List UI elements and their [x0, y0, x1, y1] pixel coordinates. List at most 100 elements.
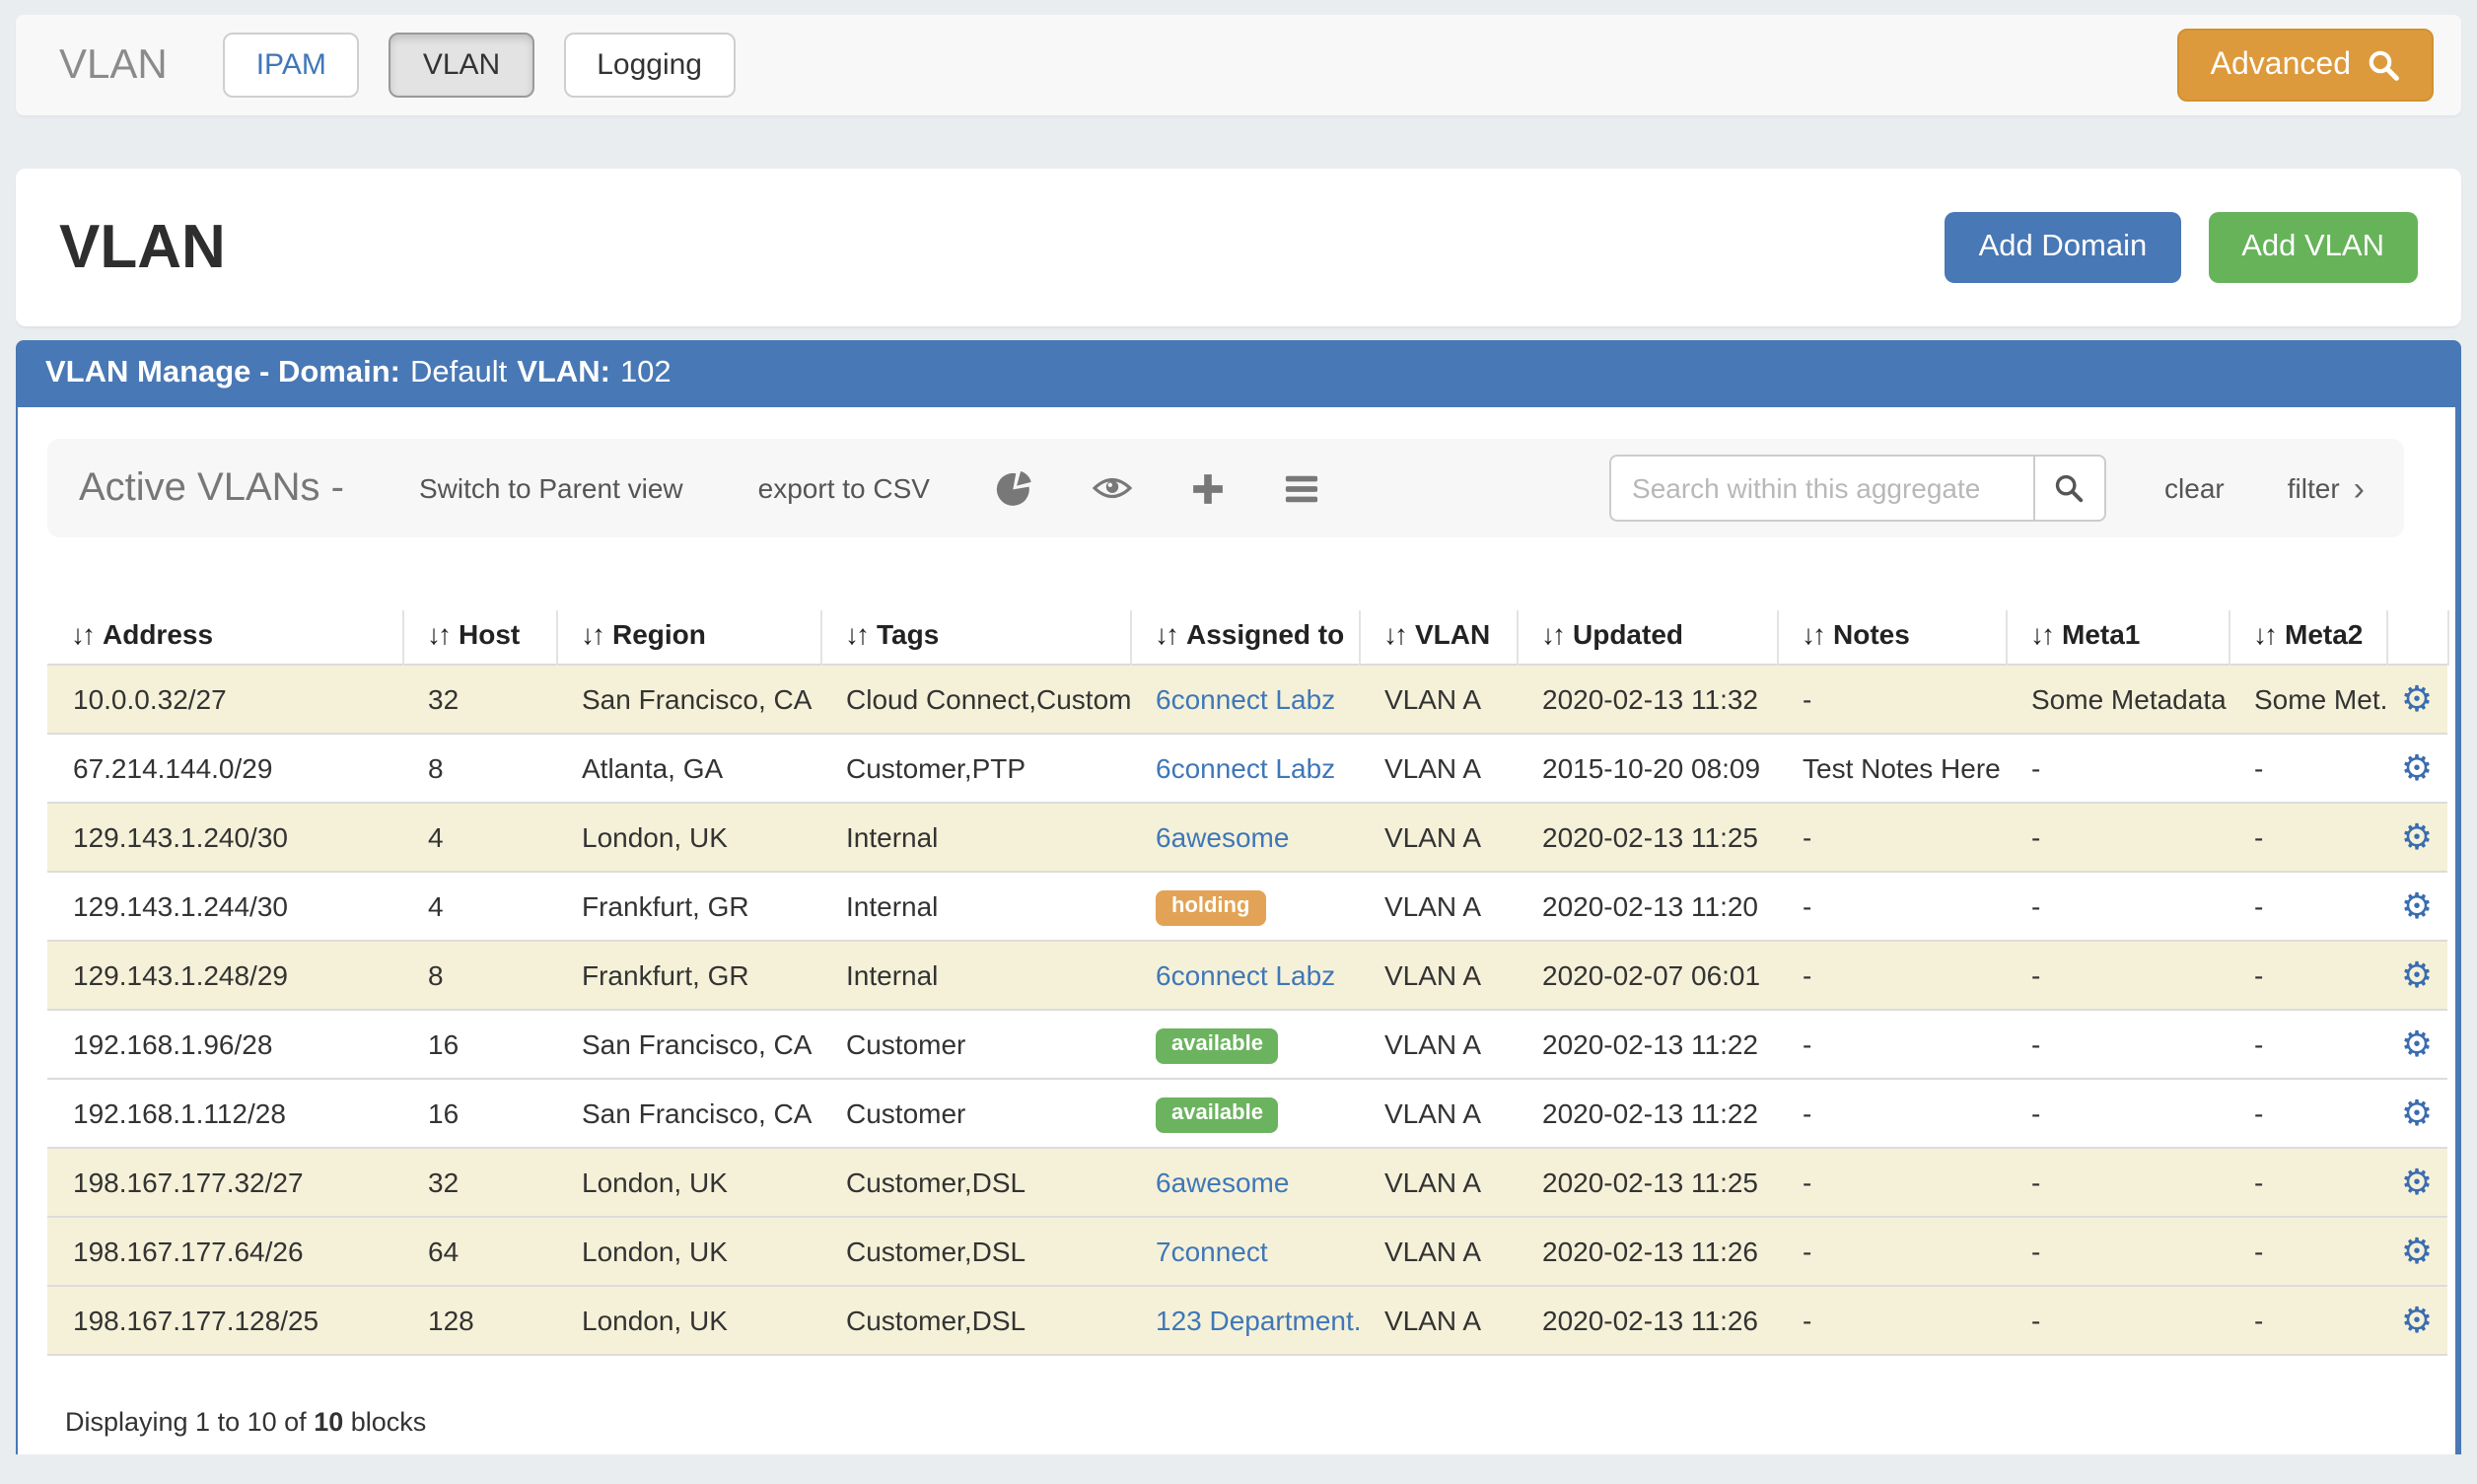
filter-link-label: filter [2288, 472, 2340, 504]
column-header-vlan[interactable]: ↓↑VLAN [1359, 610, 1517, 665]
tab-ipam[interactable]: IPAM [223, 33, 360, 98]
cell-actions: ⚙ [2386, 1217, 2447, 1286]
assigned-resource-link[interactable]: 6awesome [1156, 821, 1289, 853]
assigned-resource-link[interactable]: 6connect Labz [1156, 752, 1335, 784]
search-input[interactable] [1608, 455, 2032, 522]
cell-updated: 2015-10-20 08:09 [1517, 734, 1777, 803]
cell-updated: 2020-02-07 06:01 [1517, 941, 1777, 1010]
cell-host: 8 [402, 734, 556, 803]
sort-icon: ↓↑ [427, 618, 449, 650]
cell-address: 10.0.0.32/27 [47, 665, 402, 734]
pie-chart-icon[interactable] [997, 469, 1034, 507]
cell-vlan: VLAN A [1359, 872, 1517, 941]
column-header-host[interactable]: ↓↑ Host [402, 610, 556, 665]
cell-host: 32 [402, 1148, 556, 1217]
assigned-resource-link[interactable]: 6connect Labz [1156, 683, 1335, 715]
column-header-notes[interactable]: ↓↑ Notes [1777, 610, 2006, 665]
list-icon[interactable] [1285, 473, 1320, 503]
table-row[interactable]: 67.214.144.0/298Atlanta, GACustomer,PTP6… [47, 734, 2447, 803]
cell-host: 4 [402, 803, 556, 872]
sort-icon: ↓↑ [2030, 618, 2052, 650]
column-header-updated[interactable]: ↓↑Updated [1517, 610, 1777, 665]
panel-heading: VLAN Manage - Domain: Default VLAN: 102 [16, 340, 2461, 407]
pagination-summary: Displaying 1 to 10 of 10 blocks [65, 1407, 2424, 1437]
plus-icon[interactable] [1192, 471, 1226, 505]
cell-assigned-to: available [1130, 1079, 1359, 1148]
cell-vlan: VLAN A [1359, 1010, 1517, 1079]
cell-actions: ⚙ [2386, 1286, 2447, 1355]
filter-link[interactable]: filter › [2288, 471, 2365, 505]
column-header-label: Region [612, 618, 706, 650]
row-actions-gear-icon[interactable]: ⚙ [2401, 816, 2433, 856]
status-badge: available [1156, 1097, 1279, 1133]
row-actions-gear-icon[interactable]: ⚙ [2401, 1093, 2433, 1132]
sort-icon: ↓↑ [1802, 618, 1823, 650]
row-actions-gear-icon[interactable]: ⚙ [2401, 885, 2433, 925]
search-button[interactable] [2032, 455, 2105, 522]
column-header-tags[interactable]: ↓↑Tags [820, 610, 1130, 665]
row-actions-gear-icon[interactable]: ⚙ [2401, 954, 2433, 994]
cell-region: Frankfurt, GR [556, 941, 820, 1010]
cell-host: 16 [402, 1010, 556, 1079]
table-row[interactable]: 198.167.177.64/2664London, UKCustomer,DS… [47, 1217, 2447, 1286]
eye-icon[interactable] [1094, 474, 1133, 502]
column-header-assigned-to[interactable]: ↓↑Assigned to [1130, 610, 1359, 665]
column-header-label: Address [103, 618, 213, 650]
row-actions-gear-icon[interactable]: ⚙ [2401, 1300, 2433, 1339]
column-header-region[interactable]: ↓↑Region [556, 610, 820, 665]
row-actions-gear-icon[interactable]: ⚙ [2401, 678, 2433, 718]
search-group: clear filter › [1608, 455, 2372, 522]
cell-meta2: - [2229, 872, 2386, 941]
app-root: VLAN IPAM VLAN Logging Advanced VLAN Add… [0, 15, 2477, 1484]
tab-logging[interactable]: Logging [563, 33, 736, 98]
tab-vlan[interactable]: VLAN [389, 33, 533, 98]
advanced-button-label: Advanced [2211, 47, 2351, 83]
cell-host: 16 [402, 1079, 556, 1148]
assigned-resource-link[interactable]: 6connect Labz [1156, 959, 1335, 991]
cell-updated: 2020-02-13 11:26 [1517, 1286, 1777, 1355]
add-domain-button[interactable]: Add Domain [1946, 212, 2181, 283]
cell-meta2: - [2229, 1010, 2386, 1079]
table-row[interactable]: 129.143.1.248/298Frankfurt, GRInternal6c… [47, 941, 2447, 1010]
column-header-meta2[interactable]: ↓↑Meta2 [2229, 610, 2386, 665]
switch-parent-view-link[interactable]: Switch to Parent view [419, 472, 683, 504]
cell-notes: - [1777, 803, 2006, 872]
table-row[interactable]: 129.143.1.240/304London, UKInternal6awes… [47, 803, 2447, 872]
column-header-meta1[interactable]: ↓↑Meta1 [2006, 610, 2229, 665]
assigned-resource-link[interactable]: 123 Department... [1156, 1305, 1359, 1336]
clear-link[interactable]: clear [2164, 472, 2225, 504]
advanced-search-button[interactable]: Advanced [2177, 29, 2434, 102]
table-row[interactable]: 10.0.0.32/2732San Francisco, CACloud Con… [47, 665, 2447, 734]
cell-meta1: - [2006, 1010, 2229, 1079]
cell-region: London, UK [556, 1286, 820, 1355]
cell-updated: 2020-02-13 11:25 [1517, 1148, 1777, 1217]
table-row[interactable]: 198.167.177.32/2732London, UKCustomer,DS… [47, 1148, 2447, 1217]
export-csv-link[interactable]: export to CSV [758, 472, 930, 504]
assigned-resource-link[interactable]: 7connect [1156, 1236, 1268, 1267]
row-actions-gear-icon[interactable]: ⚙ [2401, 1024, 2433, 1063]
sort-icon: ↓↑ [1541, 618, 1563, 650]
pagination-suffix: blocks [351, 1407, 427, 1437]
row-actions-gear-icon[interactable]: ⚙ [2401, 747, 2433, 787]
cell-meta1: - [2006, 1079, 2229, 1148]
chevron-right-icon: › [2354, 471, 2365, 505]
cell-address: 67.214.144.0/29 [47, 734, 402, 803]
table-row[interactable]: 192.168.1.112/2816San Francisco, CACusto… [47, 1079, 2447, 1148]
assigned-resource-link[interactable]: 6awesome [1156, 1166, 1289, 1198]
page-header-card: VLAN Add Domain Add VLAN [16, 169, 2461, 326]
table-row[interactable]: 198.167.177.128/25128London, UKCustomer,… [47, 1286, 2447, 1355]
cell-updated: 2020-02-13 11:20 [1517, 872, 1777, 941]
column-header-label: Notes [1833, 618, 1910, 650]
cell-region: London, UK [556, 1217, 820, 1286]
cell-meta1: - [2006, 1217, 2229, 1286]
cell-assigned-to: holding [1130, 872, 1359, 941]
column-header-address[interactable]: ↓↑Address [47, 610, 402, 665]
table-row[interactable]: 129.143.1.244/304Frankfurt, GRInternalho… [47, 872, 2447, 941]
row-actions-gear-icon[interactable]: ⚙ [2401, 1231, 2433, 1270]
row-actions-gear-icon[interactable]: ⚙ [2401, 1162, 2433, 1201]
table-row[interactable]: 192.168.1.96/2816San Francisco, CACustom… [47, 1010, 2447, 1079]
cell-tags: Customer,DSL [820, 1217, 1130, 1286]
add-vlan-button[interactable]: Add VLAN [2208, 212, 2418, 283]
column-header-label: Host [459, 618, 520, 650]
cell-assigned-to: 6connect Labz [1130, 734, 1359, 803]
